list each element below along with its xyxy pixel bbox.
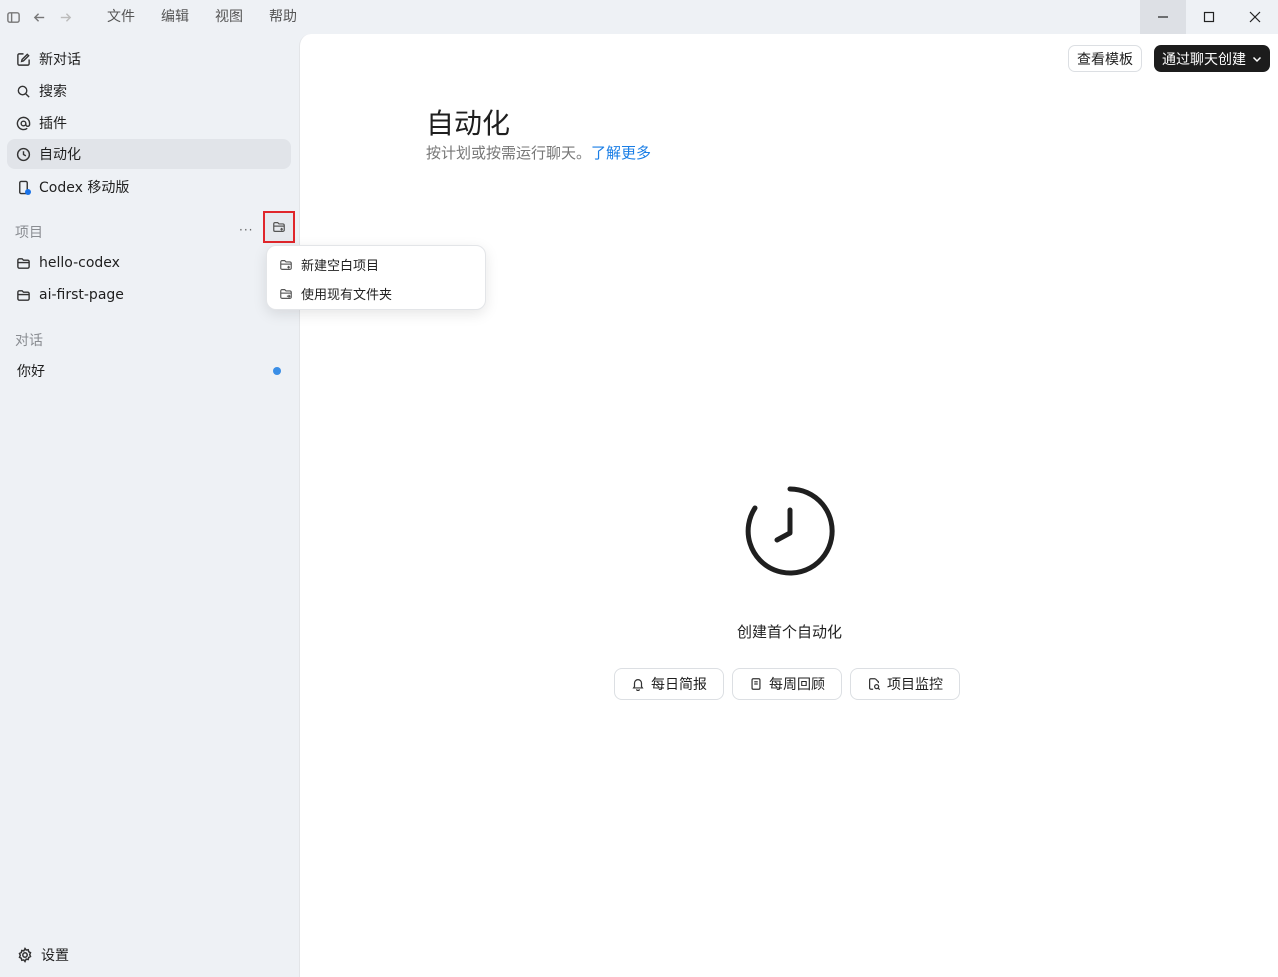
sidebar-item-label: Codex 移动版 xyxy=(39,180,130,196)
settings-label: 设置 xyxy=(41,948,69,964)
chip-daily-brief[interactable]: 每日简报 xyxy=(614,668,724,700)
menu-item-use-existing-folder[interactable]: 使用现有文件夹 xyxy=(267,279,485,308)
sidebar-item-label: 新对话 xyxy=(39,52,81,68)
close-button[interactable] xyxy=(1232,0,1278,34)
sidebar-item-label: 插件 xyxy=(39,116,67,132)
mobile-icon xyxy=(16,180,31,195)
new-project-menu: 新建空白项目 使用现有文件夹 xyxy=(266,245,486,310)
sidebar-item-search[interactable]: 搜索 xyxy=(7,76,291,106)
at-icon xyxy=(16,116,31,131)
chats-section-label: 对话 xyxy=(15,333,43,349)
chip-project-monitor[interactable]: 项目监控 xyxy=(850,668,960,700)
sidebar-item-new-chat[interactable]: 新对话 xyxy=(7,44,291,74)
unread-dot xyxy=(273,367,281,375)
title-bar: 文件 编辑 视图 帮助 xyxy=(0,0,1278,34)
chat-item-hello[interactable]: 你好 xyxy=(17,361,283,381)
sidebar-item-label: 搜索 xyxy=(39,84,67,100)
learn-more-link[interactable]: 了解更多 xyxy=(591,144,651,162)
chip-label: 每周回顾 xyxy=(769,677,825,693)
sidebar-toggle-icon[interactable] xyxy=(0,0,26,34)
clock-icon xyxy=(745,486,835,576)
notebook-icon xyxy=(751,678,761,690)
more-icon[interactable]: ··· xyxy=(239,223,255,239)
chip-label: 项目监控 xyxy=(887,677,943,693)
menu-file[interactable]: 文件 xyxy=(94,0,148,34)
minimize-button[interactable] xyxy=(1140,0,1186,34)
sidebar-item-label: 自动化 xyxy=(39,147,81,163)
window-controls xyxy=(1140,0,1278,34)
menu-view[interactable]: 视图 xyxy=(202,0,256,34)
sidebar: 新对话 搜索 插件 自动化 Codex 移动版 项目 ··· hello-cod… xyxy=(0,34,298,977)
folder-plus-icon xyxy=(280,259,292,270)
clock-icon xyxy=(16,147,31,162)
projects-section-label: 项目 xyxy=(15,225,43,241)
create-via-chat-button[interactable]: 通过聊天创建 xyxy=(1154,45,1270,72)
sidebar-item-plugins[interactable]: 插件 xyxy=(7,108,291,138)
page-title: 自动化 xyxy=(426,107,511,140)
minimize-icon xyxy=(1158,16,1168,18)
edit-icon xyxy=(16,52,31,67)
close-icon xyxy=(1249,11,1261,23)
search-icon xyxy=(16,84,31,99)
project-label: ai-first-page xyxy=(39,287,124,303)
page-subtitle: 按计划或按需运行聊天。了解更多 xyxy=(426,142,651,163)
create-via-chat-label: 通过聊天创建 xyxy=(1162,51,1246,68)
view-templates-button[interactable]: 查看模板 xyxy=(1068,45,1142,72)
folder-icon xyxy=(16,288,31,303)
new-project-button[interactable] xyxy=(263,211,295,243)
notification-dot xyxy=(25,188,31,195)
template-chips: 每日简报 每周回顾 项目监控 xyxy=(614,668,960,700)
menu-help[interactable]: 帮助 xyxy=(256,0,310,34)
settings-button[interactable]: 设置 xyxy=(17,945,69,965)
menu-item-label: 新建空白项目 xyxy=(301,259,380,274)
maximize-button[interactable] xyxy=(1186,0,1232,34)
chip-weekly-review[interactable]: 每周回顾 xyxy=(732,668,842,700)
bell-icon xyxy=(632,679,644,691)
app-window: 文件 编辑 视图 帮助 新对话 搜索 插件 自动化 Codex 移动版 项目 ·… xyxy=(0,0,1278,977)
forward-arrow-icon[interactable] xyxy=(52,0,78,34)
menu-item-new-blank-project[interactable]: 新建空白项目 xyxy=(267,250,485,279)
empty-state-title: 创建首个自动化 xyxy=(736,623,842,641)
menu-edit[interactable]: 编辑 xyxy=(148,0,202,34)
folder-plus-icon xyxy=(273,222,285,232)
project-item-ai-first-page[interactable]: ai-first-page xyxy=(7,280,291,310)
maximize-icon xyxy=(1203,11,1215,23)
project-item-hello-codex[interactable]: hello-codex xyxy=(7,248,291,278)
file-search-icon xyxy=(869,678,881,691)
subtitle-text: 按计划或按需运行聊天。 xyxy=(426,144,592,162)
back-arrow-icon[interactable] xyxy=(26,0,52,34)
menu-bar: 文件 编辑 视图 帮助 xyxy=(94,0,310,34)
sidebar-item-automation[interactable]: 自动化 xyxy=(7,139,291,169)
folder-arrow-icon xyxy=(280,288,292,299)
gear-icon xyxy=(18,947,32,963)
sidebar-item-codex-mobile[interactable]: Codex 移动版 xyxy=(7,172,291,202)
folder-icon xyxy=(16,256,31,271)
chip-label: 每日简报 xyxy=(651,677,707,693)
project-label: hello-codex xyxy=(39,255,120,271)
chevron-down-icon xyxy=(1252,56,1262,62)
menu-item-label: 使用现有文件夹 xyxy=(301,288,393,303)
main-panel: 查看模板 通过聊天创建 自动化 按计划或按需运行聊天。了解更多 创建首个自动化 … xyxy=(299,34,1278,977)
